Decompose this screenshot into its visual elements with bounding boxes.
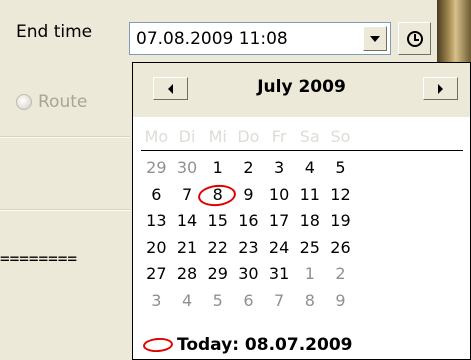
end-time-label: End time	[16, 22, 93, 42]
calendar-day[interactable]: 2	[325, 262, 356, 286]
calendar-day[interactable]: 23	[233, 236, 264, 260]
chevron-right-icon	[438, 83, 443, 94]
dropdown-button[interactable]	[363, 26, 387, 51]
calendar-week-row: 27 28 29 30 31 1 2	[141, 262, 464, 286]
calendar-day[interactable]: 21	[172, 236, 203, 260]
divider-highlight	[0, 210, 130, 211]
weekday-label: Mi	[208, 127, 227, 146]
calendar-day[interactable]: 17	[264, 209, 295, 233]
clock-icon	[406, 30, 423, 47]
weekday-label: So	[330, 127, 351, 146]
calendar-week-row: 20 21 22 23 24 25 26	[141, 236, 464, 260]
radio-icon	[16, 94, 32, 110]
calendar-day[interactable]: 7	[172, 183, 203, 207]
calendar-day[interactable]: 8	[294, 289, 325, 313]
calendar-day[interactable]: 31	[264, 262, 295, 286]
end-time-value[interactable]: 07.08.2009 11:08	[130, 29, 363, 49]
today-button[interactable]: Today: 08.07.2009	[142, 335, 353, 355]
next-month-button[interactable]	[423, 77, 458, 100]
calendar-day[interactable]: 26	[325, 236, 356, 260]
calendar-day[interactable]: 29	[141, 156, 172, 180]
calendar-day[interactable]: 1	[202, 156, 233, 180]
calendar-day[interactable]: 22	[202, 236, 233, 260]
calendar-day[interactable]: 27	[141, 262, 172, 286]
end-time-combobox[interactable]: 07.08.2009 11:08	[129, 22, 391, 55]
calendar-day[interactable]: 19	[325, 209, 356, 233]
calendar-day[interactable]: 6	[141, 183, 172, 207]
weekday-label: Do	[237, 127, 260, 146]
weekday-label: Fr	[271, 127, 287, 146]
calendar-day[interactable]: 4	[172, 289, 203, 313]
calendar-day[interactable]: 30	[172, 156, 203, 180]
calendar-week-row: 29 30 1 2 3 4 5	[141, 156, 464, 180]
calendar-day[interactable]: 30	[233, 262, 264, 286]
calendar-day-selected[interactable]: 8	[202, 183, 233, 207]
route-label: Route	[38, 92, 88, 112]
calendar-day[interactable]: 5	[202, 289, 233, 313]
calendar-day[interactable]: 13	[141, 209, 172, 233]
calendar-day[interactable]: 6	[233, 289, 264, 313]
weekday-label: Mo	[144, 127, 169, 146]
calendar-day[interactable]: 11	[294, 183, 325, 207]
calendar-day[interactable]: 18	[294, 209, 325, 233]
weekday-label: Sa	[299, 127, 320, 146]
calendar-day[interactable]: 7	[264, 289, 295, 313]
calendar-day[interactable]: 29	[202, 262, 233, 286]
calendar-day[interactable]: 9	[325, 289, 356, 313]
dashed-line-text: ========	[0, 249, 78, 268]
calendar-day[interactable]: 28	[172, 262, 203, 286]
today-label: Today: 08.07.2009	[177, 335, 353, 355]
calendar-day[interactable]: 12	[325, 183, 356, 207]
calendar-day[interactable]: 16	[233, 209, 264, 233]
calendar-day[interactable]: 4	[294, 156, 325, 180]
divider-highlight	[0, 137, 130, 138]
calendar-day[interactable]: 24	[264, 236, 295, 260]
weekday-divider	[141, 150, 463, 151]
calendar-week-row: 6 7 8 9 10 11 12	[141, 183, 464, 207]
calendar-day[interactable]: 1	[294, 262, 325, 286]
calendar-day[interactable]: 9	[233, 183, 264, 207]
route-radio[interactable]: Route	[16, 88, 87, 116]
weekday-header-row: Mo Di Mi Do Fr Sa So	[141, 127, 464, 147]
calendar-day[interactable]: 25	[294, 236, 325, 260]
calendar-day[interactable]: 3	[264, 156, 295, 180]
calendar-week-row: 3456789	[141, 289, 464, 313]
calendar-day[interactable]: 10	[264, 183, 295, 207]
weekday-label: Di	[178, 127, 196, 146]
calendar-day[interactable]: 2	[233, 156, 264, 180]
calendar-popup: July 2009 Mo Di Mi Do Fr Sa So 29 30 1 2 3 4 5…	[132, 62, 471, 360]
calendar-day[interactable]: 15	[202, 209, 233, 233]
calendar-day[interactable]: 3	[141, 289, 172, 313]
calendar-day[interactable]: 14	[172, 209, 203, 233]
month-title: July 2009	[257, 77, 346, 97]
chevron-down-icon	[370, 35, 380, 42]
calendar-day[interactable]: 20	[141, 236, 172, 260]
calendar-day[interactable]: 5	[325, 156, 356, 180]
time-picker-button[interactable]	[398, 22, 431, 55]
calendar-week-row: 13 14 15 16 17 18 19	[141, 209, 464, 233]
red-annotation-circle	[142, 336, 174, 354]
